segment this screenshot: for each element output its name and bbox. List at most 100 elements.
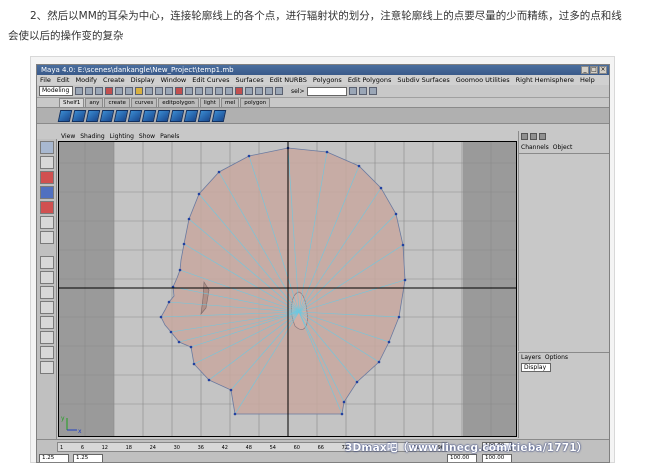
- shelf-smooth-icon[interactable]: [141, 109, 157, 122]
- menu-help[interactable]: Help: [580, 75, 595, 85]
- watermark: 3Dmax吧（www.linecg.com/tieba/1771）: [345, 442, 588, 454]
- channels-menu[interactable]: Channels: [521, 143, 549, 153]
- maximize-button[interactable]: □: [590, 66, 598, 74]
- shelf-tab-shelf1[interactable]: Shelf1: [59, 98, 85, 107]
- shelf-append-polygon-icon[interactable]: [127, 109, 143, 122]
- layout-render-icon[interactable]: [40, 361, 54, 374]
- both-panels-toggle-icon[interactable]: [539, 133, 546, 140]
- mask-surface-icon[interactable]: [165, 87, 173, 95]
- minimize-button[interactable]: _: [581, 66, 589, 74]
- history-icon[interactable]: [245, 87, 253, 95]
- shelf-tab-light[interactable]: light: [199, 98, 220, 107]
- mask-deform-icon[interactable]: [175, 87, 183, 95]
- lasso-tool-icon[interactable]: [40, 156, 54, 169]
- start-range-field[interactable]: 1.25: [39, 454, 69, 462]
- show-channel-box-icon[interactable]: [368, 87, 377, 95]
- select-hierarchy-icon[interactable]: [105, 87, 113, 95]
- render-icon[interactable]: [255, 87, 263, 95]
- layout-top-icon[interactable]: [40, 301, 54, 314]
- title-bar: Maya 4.0: E:\scenes\dankangle\New_Projec…: [37, 65, 609, 75]
- rotate-tool-icon[interactable]: [40, 186, 54, 199]
- layout-side-icon[interactable]: [40, 286, 54, 299]
- ipr-render-icon[interactable]: [265, 87, 273, 95]
- mask-dynamic-icon[interactable]: [185, 87, 193, 95]
- render-globals-icon[interactable]: [275, 87, 283, 95]
- shelf-cut-faces-icon[interactable]: [169, 109, 185, 122]
- last-tool-icon[interactable]: [40, 231, 54, 244]
- snap-point-icon[interactable]: [225, 87, 233, 95]
- mask-render-icon[interactable]: [195, 87, 203, 95]
- shelf-merge-vertex-icon[interactable]: [113, 109, 129, 122]
- layout-four-icon[interactable]: [40, 271, 54, 284]
- select-object-icon[interactable]: [115, 87, 123, 95]
- end-range-field[interactable]: 100.00: [447, 454, 477, 462]
- close-button[interactable]: ×: [599, 66, 607, 74]
- snap-curve-icon[interactable]: [215, 87, 223, 95]
- menu-window[interactable]: Window: [161, 75, 187, 85]
- layout-hypershade-icon[interactable]: [40, 346, 54, 359]
- mask-handle-icon[interactable]: [135, 87, 143, 95]
- shelf-delete-edge-icon[interactable]: [183, 109, 199, 122]
- layout-single-icon[interactable]: [40, 256, 54, 269]
- show-attribute-editor-icon[interactable]: [348, 87, 357, 95]
- current-range-field[interactable]: 1.25: [73, 454, 103, 462]
- save-scene-icon[interactable]: [95, 87, 103, 95]
- menu-right-hemisphere[interactable]: Right Hemisphere: [516, 75, 574, 85]
- layer-display-dropdown[interactable]: Display: [521, 363, 551, 372]
- shelf-tab-any[interactable]: any: [85, 98, 104, 107]
- panel-menu-lighting[interactable]: Lighting: [110, 132, 134, 141]
- manipulator-tool-icon[interactable]: [40, 216, 54, 229]
- scale-tool-icon[interactable]: [40, 201, 54, 214]
- new-scene-icon[interactable]: [75, 87, 83, 95]
- shelf-tab-editpolygon[interactable]: editpolygon: [158, 98, 199, 107]
- shelf-tab-mel[interactable]: mel: [220, 98, 240, 107]
- menu-edit[interactable]: Edit: [57, 75, 70, 85]
- shelf-poly-cube-icon[interactable]: [57, 109, 73, 122]
- menu-edit-curves[interactable]: Edit Curves: [192, 75, 229, 85]
- select-tool-icon[interactable]: [40, 141, 54, 154]
- shelf-wedge-icon[interactable]: [211, 109, 227, 122]
- menu-edit-nurbs[interactable]: Edit NURBS: [270, 75, 307, 85]
- show-tool-settings-icon[interactable]: [358, 87, 367, 95]
- menu-subdiv-surfaces[interactable]: Subdiv Surfaces: [397, 75, 449, 85]
- mode-dropdown[interactable]: Modeling: [39, 86, 73, 96]
- menu-goomoo-utilities[interactable]: Goomoo Utilities: [456, 75, 510, 85]
- select-component-icon[interactable]: [125, 87, 133, 95]
- menu-modify[interactable]: Modify: [75, 75, 97, 85]
- shelf-poly-plane-icon[interactable]: [71, 109, 87, 122]
- menu-surfaces[interactable]: Surfaces: [235, 75, 263, 85]
- mask-curve-icon[interactable]: [155, 87, 163, 95]
- panel-menu-show[interactable]: Show: [139, 132, 155, 141]
- open-scene-icon[interactable]: [85, 87, 93, 95]
- panel-menu-shading[interactable]: Shading: [80, 132, 104, 141]
- menu-create[interactable]: Create: [103, 75, 125, 85]
- shelf-split-polygon-icon[interactable]: [85, 109, 101, 122]
- layout-graph-icon[interactable]: [40, 331, 54, 344]
- channel-box-toggle-icon[interactable]: [521, 133, 528, 140]
- tick: 30: [173, 445, 180, 451]
- shelf-mirror-icon[interactable]: [155, 109, 171, 122]
- object-menu[interactable]: Object: [553, 143, 573, 153]
- layout-outliner-icon[interactable]: [40, 316, 54, 329]
- panel-menu-panels[interactable]: Panels: [160, 132, 179, 141]
- side-viewport[interactable]: y x: [58, 141, 517, 437]
- shelf-extrude-face-icon[interactable]: [99, 109, 115, 122]
- menu-display[interactable]: Display: [131, 75, 155, 85]
- move-tool-icon[interactable]: [40, 171, 54, 184]
- shelf-tab-curves[interactable]: curves: [130, 98, 158, 107]
- shelf-tab-polygon[interactable]: polygon: [240, 98, 271, 107]
- layers-options-menu[interactable]: Options: [545, 353, 568, 362]
- panel-menu-view[interactable]: View: [61, 132, 75, 141]
- menu-edit-polygons[interactable]: Edit Polygons: [348, 75, 392, 85]
- end-range-field-2[interactable]: 100.00: [482, 454, 512, 462]
- shelf-collapse-icon[interactable]: [197, 109, 213, 122]
- snap-grid-icon[interactable]: [205, 87, 213, 95]
- shelf-tab-create[interactable]: create: [104, 98, 130, 107]
- layers-menu[interactable]: Layers: [521, 353, 541, 362]
- snap-view-icon[interactable]: [235, 87, 243, 95]
- mask-joint-icon[interactable]: [145, 87, 153, 95]
- layer-editor-toggle-icon[interactable]: [530, 133, 537, 140]
- menu-file[interactable]: File: [40, 75, 51, 85]
- selection-field[interactable]: [306, 86, 347, 96]
- menu-polygons[interactable]: Polygons: [313, 75, 342, 85]
